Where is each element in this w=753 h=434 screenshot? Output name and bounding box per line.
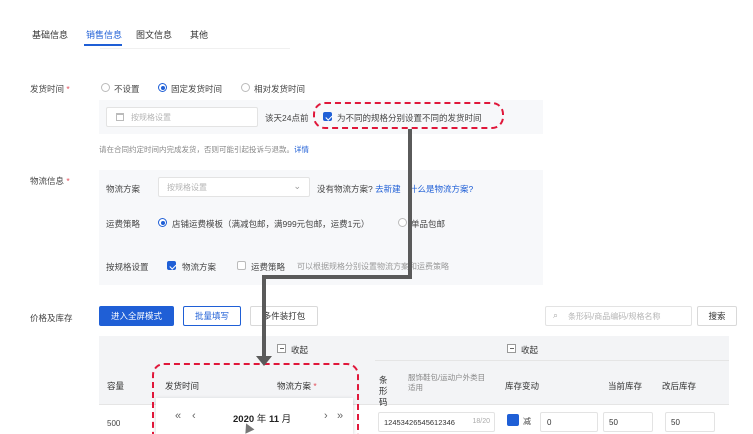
search-input[interactable]: ⌕ 条形码/商品编码/规格名称	[545, 306, 692, 326]
col-current-stock: 当前库存	[608, 381, 643, 391]
col-apparel-category: 服饰鞋包/运动户外类目适用	[408, 373, 486, 392]
annotation-highlight-checkbox	[313, 102, 504, 129]
freight-label: 运费策略	[106, 219, 141, 229]
radio-store-freight-label: 店铺运费模板（满减包邮，满999元包邮，运费1元）	[172, 219, 370, 229]
by-spec-freight-label: 运费策略	[251, 262, 286, 272]
create-plan-link[interactable]: 去新建	[375, 184, 401, 194]
current-stock-value: 50	[609, 418, 618, 427]
annotation-arrow-vertical-2	[262, 275, 266, 359]
stock-op-icon[interactable]	[507, 414, 519, 426]
radio-single-free-shipping-label: 单品包邮	[411, 219, 446, 229]
collapse-group-2-label[interactable]: 收起	[521, 344, 538, 356]
what-is-plan-link[interactable]: 什么是物流方案?	[409, 184, 473, 194]
batch-fill-button[interactable]: 批量填写	[183, 306, 241, 326]
radio-no-setting-label: 不设置	[114, 84, 140, 94]
tab-basic-info[interactable]: 基础信息	[32, 28, 68, 41]
by-spec-logistics-checkbox[interactable]	[167, 261, 176, 270]
ship-time-hint: 请在合同约定时间内完成发货，否则可能引起投诉与退款。详情	[99, 145, 309, 154]
annotation-highlight-columns	[152, 363, 359, 434]
search-icon: ⌕	[553, 310, 559, 320]
col-barcode: 条形码	[379, 375, 388, 407]
collapse-group-1-label[interactable]: 收起	[291, 344, 308, 356]
radio-relative-ship-time[interactable]	[241, 83, 250, 92]
barcode-value: 12453426545612346	[384, 418, 455, 427]
col-capacity: 容量	[107, 381, 125, 391]
stock-change-value: 0	[547, 418, 552, 427]
logistics-plan-placeholder: 按规格设置	[167, 183, 207, 192]
search-placeholder: 条形码/商品编码/规格名称	[568, 312, 661, 321]
annotation-arrow-vertical-1	[408, 129, 412, 279]
radio-single-free-shipping[interactable]	[398, 218, 407, 227]
radio-fixed-ship-time-label: 固定发货时间	[171, 84, 223, 94]
barcode-input[interactable]: 12453426545612346 18/20	[378, 412, 495, 432]
ship-date-input[interactable]: 按规格设置	[106, 107, 258, 127]
ship-date-placeholder: 按规格设置	[131, 113, 171, 122]
table-header-divider	[375, 360, 729, 361]
annotation-arrow-head	[256, 356, 272, 366]
radio-relative-ship-time-label: 相对发货时间	[254, 84, 306, 94]
ship-time-hint-link[interactable]: 详情	[294, 145, 309, 154]
col-new-stock: 改后库存	[662, 381, 697, 391]
logistics-plan-label: 物流方案	[106, 184, 141, 194]
by-spec-hint: 可以根据规格分别设置物流方案和运费策略	[297, 262, 449, 271]
divider	[100, 48, 290, 49]
tab-other[interactable]: 其他	[190, 28, 208, 41]
tab-image-text-info[interactable]: 图文信息	[136, 28, 172, 41]
calendar-icon	[116, 113, 124, 121]
radio-store-freight-template[interactable]	[158, 218, 167, 227]
by-spec-freight-checkbox[interactable]	[237, 261, 246, 270]
active-tab-indicator	[84, 44, 122, 46]
collapse-group-1-icon[interactable]	[277, 344, 286, 353]
stock-change-input[interactable]: 0	[540, 412, 598, 432]
col-stock-change: 库存变动	[505, 381, 540, 391]
multi-pack-button[interactable]: 多件装打包	[250, 306, 318, 326]
new-stock-field: 50	[665, 412, 715, 432]
row-capacity: 500	[107, 419, 121, 428]
ship-time-suffix: 该天24点前	[265, 113, 309, 123]
annotation-arrow-horizontal	[262, 275, 412, 279]
collapse-group-2-icon[interactable]	[507, 344, 516, 353]
price-stock-label: 价格及库存	[30, 313, 73, 323]
by-spec-label: 按规格设置	[106, 262, 149, 272]
radio-no-setting[interactable]	[101, 83, 110, 92]
stock-op-label[interactable]: 减	[523, 416, 531, 427]
new-stock-value: 50	[671, 418, 680, 427]
logistics-no-plan: 没有物流方案? 去新建 什么是物流方案?	[317, 184, 474, 194]
by-spec-logistics-label: 物流方案	[182, 262, 217, 272]
current-stock-field: 50	[603, 412, 653, 432]
tab-sales-info[interactable]: 销售信息	[86, 28, 122, 41]
fullscreen-button[interactable]: 进入全屏模式	[99, 306, 174, 326]
ship-time-label: 发货时间 *	[30, 84, 70, 94]
logistics-plan-select[interactable]: 按规格设置 ⌄	[158, 177, 310, 197]
search-button[interactable]: 搜索	[697, 306, 737, 326]
chevron-down-icon: ⌄	[293, 181, 301, 191]
logistics-label: 物流信息 *	[30, 176, 70, 186]
barcode-count: 18/20	[472, 418, 490, 425]
radio-fixed-ship-time[interactable]	[158, 83, 167, 92]
